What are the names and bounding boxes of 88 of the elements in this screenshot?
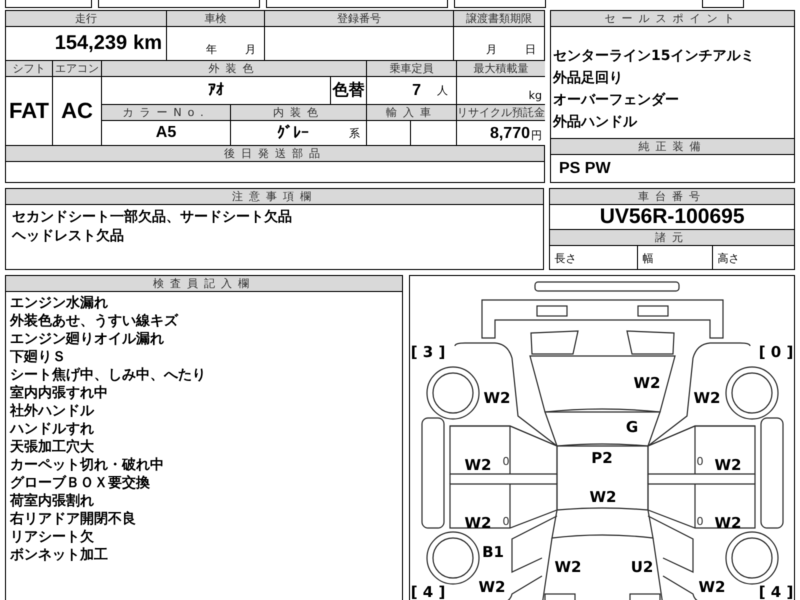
color-change-label: 色替 [331,77,366,104]
field-label: 外装色 [102,61,366,76]
damage-code: B1 [482,543,504,562]
damage-code: 0 [696,515,704,528]
damage-code: W2 [698,578,726,596]
sale-point-text: 外品足回り [553,69,624,88]
damage-code: U2 [631,558,654,576]
color-number-value: A5 [102,121,230,145]
damage-code: 0 [696,455,704,468]
damage-code: P2 [592,449,614,468]
field-label: 内装色 [231,105,366,120]
field-label: エアコン [53,61,101,76]
inspector-note-text: 右リアドア開閉不良 [10,510,137,528]
damage-code: W2 [694,389,721,408]
field-label: 後日発送部品 [6,146,544,161]
damage-code: W2 [634,374,661,392]
tire-tread-mark: [ 4 ] [411,583,446,600]
tire-tread-mark: [ 3 ] [411,343,446,362]
inspector-note-text: 社外ハンドル [10,402,96,420]
damage-code: W2 [464,514,492,532]
unit-label: 日 [525,42,536,57]
field-label: 乗車定員 [367,61,456,76]
field-label: 走行 [6,11,166,26]
recycle-deposit-value: 8,770 [490,125,530,143]
inspector-note-text: カーペット切れ・破れ中 [10,456,165,474]
unit-label: 月 [486,42,497,57]
field-label: 譲渡書類期限 [454,11,544,26]
damage-code: W2 [464,456,492,474]
sale-point-text: オーバーフェンダー [553,91,680,110]
inspector-note-text: ハンドルすれ [10,420,95,438]
unit-label: kg [528,89,542,102]
inspector-note-text: エンジン廻りオイル漏れ [10,330,165,348]
unit-label: 円 [531,128,542,143]
mileage-value: 154,239 [54,32,128,55]
note-text: セカンドシート一部欠品、サードシート欠品 [12,208,293,227]
damage-code: W2 [484,389,511,408]
tire-tread-mark: [ 0 ] [759,343,794,362]
note-text: ヘッドレスト欠品 [12,227,125,246]
damage-code: G [626,418,639,436]
sale-point-text: センターライン15インチアルミ [553,47,756,66]
field-label: 検査員記入欄 [6,276,402,291]
damage-code: W2 [478,578,506,596]
damage-code: W2 [714,514,742,532]
field-label: 注意事項欄 [6,189,544,204]
inspector-note-text: 室内内張すれ中 [10,384,109,402]
field-label: セールスポイント [551,11,794,26]
inspector-note-text: 外装色あせ、うすい線キズ [10,312,180,330]
damage-code: 0 [502,515,510,528]
inspector-note-text: グローブＢＯＸ要交換 [10,474,151,492]
unit-label: 年 [206,42,217,57]
shift-value: FAT [6,77,52,145]
inspector-note-text: 下廻りＳ [10,348,67,366]
field-label: シフト [6,61,52,76]
unit-label: 系 [349,126,360,140]
unit-label: km [133,32,162,55]
field-label: 登録番号 [265,11,453,26]
field-label: 車検 [167,11,264,26]
inspector-note-text: ボンネット加工 [10,546,109,564]
inspector-note-text: リアシート欠 [10,528,95,546]
interior-color-value: ｸﾞﾚｰ [277,124,309,142]
field-label: リサイクル預託金 [457,105,545,120]
chassis-number-value: UV56R-100695 [550,205,794,229]
field-label: 純正装備 [551,139,794,154]
spec-label: 長さ [554,251,576,266]
damage-code: W2 [554,558,582,576]
equipment-value: PS PW [559,160,611,177]
unit-label: 月 [245,42,256,57]
field-label: 諸元 [550,230,794,245]
inspector-note-text: エンジン水漏れ [10,294,109,312]
sale-point-text: 外品ハンドル [553,113,638,132]
capacity-value: 7 [412,82,421,100]
damage-code: 0 [502,455,510,468]
tire-tread-mark: [ 4 ] [759,583,794,600]
unit-label: 人 [437,83,448,98]
spec-label: 幅 [642,251,654,266]
inspector-note-text: 天張加工穴大 [10,438,95,456]
field-label: カラーNo. [102,105,230,120]
field-label: 最大積載量 [457,61,545,76]
cut-off-field [702,0,744,8]
spec-label: 高さ [717,251,740,266]
inspector-note-text: シート焦げ中、しみ中、へたり [10,366,207,384]
field-label: 輸入車 [367,105,456,120]
exterior-color-value: ｱｵ [102,77,330,104]
damage-code: W2 [714,456,742,474]
field-label: 車台番号 [550,189,794,204]
damage-code: W2 [590,488,617,506]
inspector-note-text: 荷室内張割れ [10,492,95,510]
aircon-value: AC [53,77,101,145]
